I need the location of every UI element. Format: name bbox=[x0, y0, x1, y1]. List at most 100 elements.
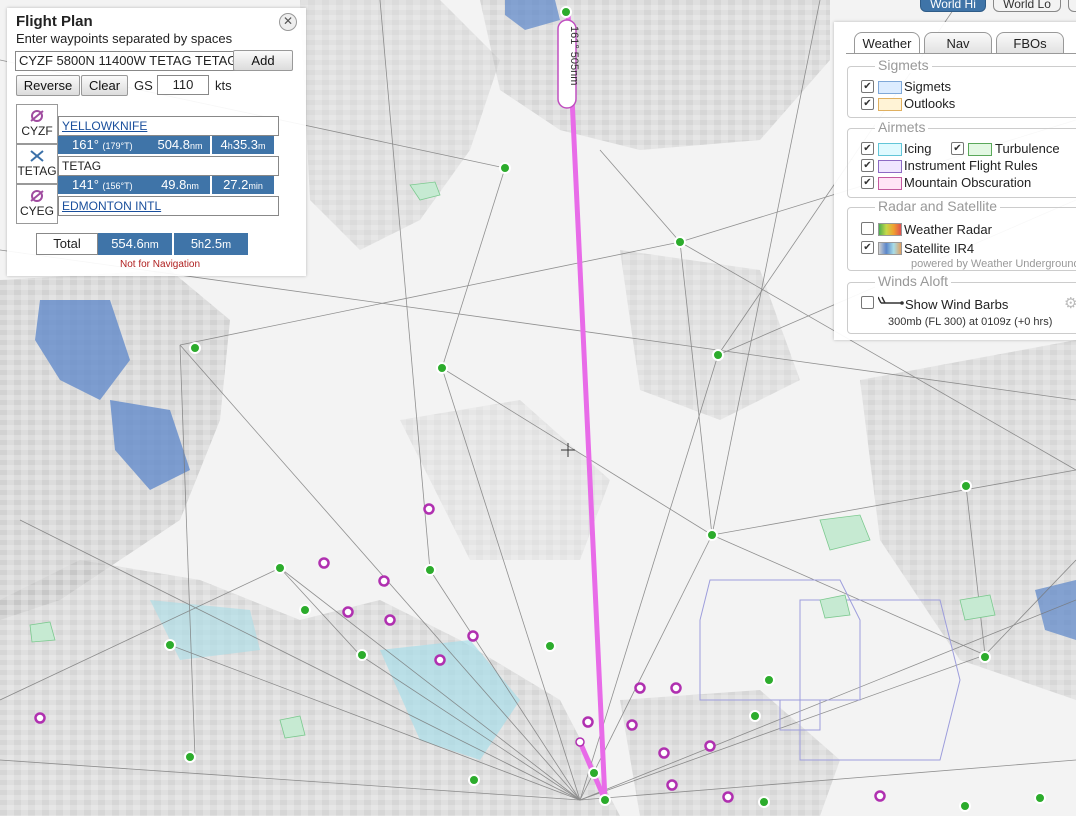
waypoint-name-link[interactable]: EDMONTON INTL bbox=[58, 196, 279, 216]
airport-icon bbox=[626, 719, 638, 731]
world-hi-chart-button[interactable]: World Hi bbox=[920, 0, 986, 12]
navaid-icon bbox=[588, 767, 600, 779]
airport-icon bbox=[722, 791, 734, 803]
navaid-icon bbox=[712, 349, 724, 361]
turbulence-swatch bbox=[968, 143, 992, 156]
navaid-icon bbox=[960, 480, 972, 492]
mountain-obscuration-label: Mountain Obscuration bbox=[904, 175, 1032, 190]
weather-underground-credit: powered by Weather Underground bbox=[911, 258, 1076, 270]
wind-barbs-label: Show Wind Barbs bbox=[905, 297, 1009, 312]
airport-icon bbox=[342, 606, 354, 618]
navaid-icon bbox=[674, 236, 686, 248]
winds-aloft-detail: 300mb (FL 300) at 0109z (+0 hrs) bbox=[888, 316, 1053, 328]
navaid-icon bbox=[1034, 792, 1046, 804]
navaid-icon bbox=[959, 800, 971, 812]
weather-radar-label: Weather Radar bbox=[904, 222, 992, 237]
airport-icon bbox=[634, 682, 646, 694]
navaid-icon bbox=[499, 162, 511, 174]
mountain-obscuration-swatch bbox=[878, 177, 902, 190]
airport-icon bbox=[434, 654, 446, 666]
waypoint-cyzf[interactable]: CYZF bbox=[16, 104, 58, 144]
airport-icon bbox=[582, 716, 594, 728]
airport-icon bbox=[704, 740, 716, 752]
navaid-icon bbox=[544, 640, 556, 652]
icing-checkbox[interactable]: ✔ bbox=[861, 142, 874, 155]
total-time: 5h2.5m bbox=[174, 233, 248, 255]
world-lo-chart-button[interactable]: World Lo bbox=[993, 0, 1061, 12]
route-label-text: 161° 505nm bbox=[568, 26, 580, 85]
clear-button[interactable]: Clear bbox=[81, 75, 128, 96]
navaid-icon bbox=[749, 710, 761, 722]
tab-weather[interactable]: Weather bbox=[854, 32, 920, 54]
waypoint-name-link[interactable]: YELLOWKNIFE bbox=[58, 116, 279, 136]
add-button[interactable]: Add bbox=[233, 50, 293, 71]
navaid-icon bbox=[763, 674, 775, 686]
route-input[interactable]: CYZF 5800N 11400W TETAG TETAG bbox=[15, 51, 238, 71]
navaid-icon bbox=[979, 651, 991, 663]
leg-2-time: 27.2min bbox=[212, 176, 274, 194]
sigmets-swatch bbox=[878, 81, 902, 94]
leg-2-distance: 49.8nm bbox=[150, 176, 210, 194]
tetag-waypoint-icon[interactable] bbox=[575, 737, 585, 747]
ground-speed-unit: kts bbox=[215, 78, 232, 93]
sigmets-label: Sigmets bbox=[904, 79, 951, 94]
airport-icon bbox=[874, 790, 886, 802]
tab-nav[interactable]: Nav bbox=[924, 32, 992, 53]
airport-icon bbox=[384, 614, 396, 626]
ground-speed-input[interactable]: 110 bbox=[157, 75, 209, 95]
tab-divider bbox=[846, 53, 1076, 54]
gear-icon[interactable]: ⚙ bbox=[1064, 294, 1076, 312]
weather-radar-checkbox[interactable] bbox=[861, 222, 874, 235]
leg-1-distance: 504.8nm bbox=[150, 136, 210, 154]
navaid-icon bbox=[184, 751, 196, 763]
outlooks-checkbox[interactable]: ✔ bbox=[861, 97, 874, 110]
satellite-ir4-checkbox[interactable]: ✔ bbox=[861, 241, 874, 254]
airport-icon bbox=[467, 630, 479, 642]
layers-panel: Weather Nav FBOs Sigmets ✔ Sigmets ✔ Out… bbox=[834, 22, 1076, 340]
turbulence-checkbox[interactable]: ✔ bbox=[951, 142, 964, 155]
airport-icon bbox=[670, 682, 682, 694]
waypoint-tetag[interactable]: TETAG bbox=[16, 144, 58, 184]
mountain-obscuration-checkbox[interactable]: ✔ bbox=[861, 176, 874, 189]
reverse-button[interactable]: Reverse bbox=[16, 75, 80, 96]
turbulence-label: Turbulence bbox=[995, 141, 1060, 156]
flight-plan-title: Flight Plan bbox=[16, 13, 93, 30]
waypoint-name: TETAG bbox=[58, 156, 279, 176]
navaid-icon bbox=[164, 639, 176, 651]
airport-icon bbox=[318, 557, 330, 569]
airport-icon bbox=[658, 747, 670, 759]
icing-swatch bbox=[878, 143, 902, 156]
sigmets-checkbox[interactable]: ✔ bbox=[861, 80, 874, 93]
icing-label: Icing bbox=[904, 141, 932, 156]
waypoint-code: CYZF bbox=[21, 124, 53, 138]
route-label: 161° 505nm bbox=[557, 19, 580, 109]
outlooks-swatch bbox=[878, 98, 902, 111]
leg-1-time: 4h35.3m bbox=[212, 136, 274, 154]
navaid-icon bbox=[436, 362, 448, 374]
radar-legend-swatch bbox=[878, 223, 902, 236]
waypoint-cyeg[interactable]: CYEG bbox=[16, 184, 58, 224]
close-icon[interactable]: ✕ bbox=[279, 13, 297, 31]
ground-speed-label: GS bbox=[134, 78, 153, 93]
airport-icon bbox=[30, 190, 44, 202]
ifr-swatch bbox=[878, 160, 902, 173]
winds-aloft-title: Winds Aloft bbox=[875, 273, 952, 289]
airport-icon bbox=[423, 503, 435, 515]
airmets-title: Airmets bbox=[875, 119, 929, 135]
tab-fbos[interactable]: FBOs bbox=[996, 32, 1064, 53]
more-charts-button[interactable] bbox=[1068, 0, 1076, 12]
navaid-icon bbox=[274, 562, 286, 574]
airport-icon bbox=[34, 712, 46, 724]
airport-icon bbox=[30, 110, 44, 122]
navaid-icon bbox=[356, 649, 368, 661]
total-label: Total bbox=[36, 233, 98, 255]
flight-plan-instructions: Enter waypoints separated by spaces bbox=[16, 31, 233, 46]
ifr-checkbox[interactable]: ✔ bbox=[861, 159, 874, 172]
wind-barbs-checkbox[interactable] bbox=[861, 296, 874, 309]
intersection-icon bbox=[30, 150, 44, 162]
total-distance: 554.6nm bbox=[98, 233, 172, 255]
airport-icon bbox=[378, 575, 390, 587]
navaid-icon bbox=[560, 6, 572, 18]
waypoint-code: CYEG bbox=[19, 204, 54, 218]
sigmets-title: Sigmets bbox=[875, 57, 932, 73]
